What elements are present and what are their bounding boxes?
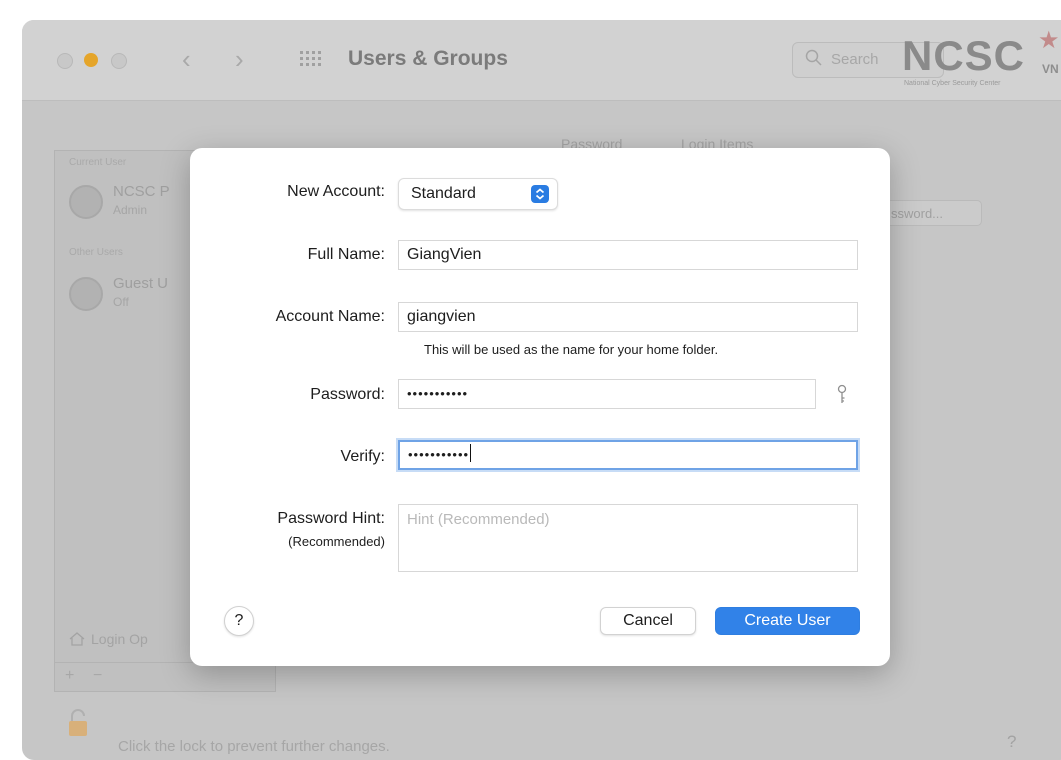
verify-label: Verify: <box>340 448 385 465</box>
text-caret <box>470 444 472 462</box>
show-all-grid-icon[interactable] <box>300 51 322 67</box>
account-type-value: Standard <box>411 185 476 202</box>
password-hint-label: Password Hint: <box>277 510 385 527</box>
password-hint-sublabel: (Recommended) <box>288 534 385 549</box>
window-title: Users & Groups <box>348 47 508 70</box>
key-icon[interactable] <box>834 384 850 406</box>
account-name-field[interactable]: giangvien <box>398 302 858 332</box>
section-current-user: Current User <box>69 157 127 168</box>
full-name-label: Full Name: <box>307 246 385 263</box>
new-account-label: New Account: <box>287 183 385 200</box>
remove-user-button[interactable]: − <box>93 667 102 685</box>
account-name-helper: This will be used as the name for your h… <box>424 342 719 357</box>
change-password-button[interactable]: ssword... <box>882 200 982 226</box>
lock-message: Click the lock to prevent further change… <box>118 738 390 755</box>
logo-text: NCSC <box>902 32 1026 79</box>
password-field[interactable]: ••••••••••• <box>398 379 816 409</box>
logo-suffix: VN <box>1042 62 1059 76</box>
new-account-dialog: New Account: Standard Full Name: GiangVi… <box>190 148 890 666</box>
account-type-select[interactable]: Standard <box>398 178 558 210</box>
user-role: Admin <box>113 203 148 217</box>
search-placeholder: Search <box>831 51 879 68</box>
avatar <box>69 185 103 219</box>
section-other-users: Other Users <box>69 247 123 258</box>
forward-arrow-icon[interactable]: › <box>235 44 244 75</box>
avatar <box>69 277 103 311</box>
verify-field[interactable]: ••••••••••• <box>398 440 858 470</box>
search-icon <box>805 49 822 66</box>
title-bar: ‹ › Users & Groups Search NCSC ★ VN Nati… <box>22 20 1061 101</box>
ncsc-logo: NCSC ★ VN National Cyber Security Center <box>902 24 1061 96</box>
cancel-button[interactable]: Cancel <box>600 607 696 635</box>
user-role: Off <box>113 295 129 309</box>
login-options-item[interactable]: Login Op <box>69 631 148 647</box>
chevron-updown-icon <box>531 185 549 203</box>
password-label: Password: <box>310 386 385 403</box>
logo-subtitle: National Cyber Security Center <box>904 80 1001 87</box>
account-name-label: Account Name: <box>275 308 385 325</box>
background-help-button[interactable]: ? <box>1007 732 1016 752</box>
sidebar-toolbar: + − <box>55 662 275 691</box>
zoom-window-button[interactable] <box>111 53 127 69</box>
close-window-button[interactable] <box>57 53 73 69</box>
user-name: Guest U <box>113 275 169 292</box>
help-button[interactable]: ? <box>224 606 254 636</box>
user-name: NCSC P <box>113 183 170 200</box>
add-user-button[interactable]: + <box>65 667 74 685</box>
star-icon: ★ <box>1038 27 1060 54</box>
verify-value: ••••••••••• <box>408 447 470 462</box>
home-icon <box>69 632 85 646</box>
password-hint-field[interactable]: Hint (Recommended) <box>398 504 858 572</box>
full-name-field[interactable]: GiangVien <box>398 240 858 270</box>
create-user-button[interactable]: Create User <box>715 607 860 635</box>
minimize-window-button[interactable] <box>84 53 98 67</box>
lock-icon[interactable] <box>66 708 90 738</box>
login-options-label: Login Op <box>91 631 148 647</box>
back-arrow-icon[interactable]: ‹ <box>182 44 191 75</box>
